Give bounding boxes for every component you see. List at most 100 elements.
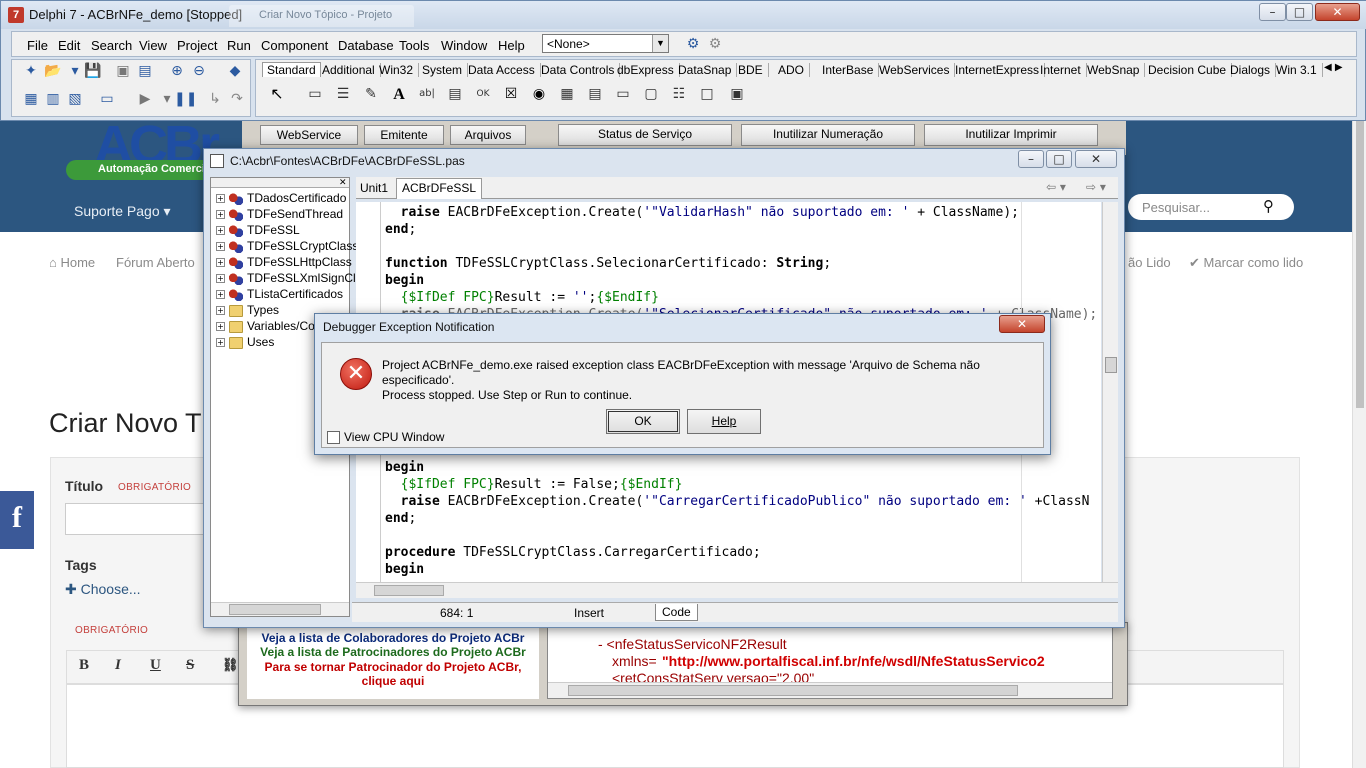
pointer-icon[interactable]: ↖ — [268, 86, 286, 102]
menu-component[interactable]: Component — [261, 38, 328, 53]
editor-hscroll-thumb[interactable] — [374, 585, 444, 596]
palette-tab-datasnap[interactable]: DataSnap — [678, 63, 738, 77]
facebook-icon[interactable]: f — [0, 491, 34, 549]
palette-tab-additional[interactable]: Additional — [322, 63, 381, 77]
expand-icon[interactable]: + — [216, 226, 225, 236]
chevron-down-icon[interactable]: ▼ — [652, 35, 668, 52]
minimize-button[interactable]: – — [1259, 3, 1286, 21]
xml-hscroll[interactable] — [548, 682, 1112, 698]
palette-tab-webservices[interactable]: WebServices — [879, 63, 956, 77]
expand-icon[interactable]: + — [216, 338, 225, 348]
title-input[interactable] — [65, 503, 215, 535]
combobox-icon[interactable]: ▤ — [586, 86, 604, 102]
menu-tools[interactable]: Tools — [399, 38, 429, 53]
expand-icon[interactable]: + — [216, 258, 225, 268]
toggle-form-icon[interactable]: ▧ — [66, 91, 84, 107]
menu-search[interactable]: Search — [91, 38, 132, 53]
tab-webservice[interactable]: WebService — [260, 125, 358, 145]
palette-tab-internet[interactable]: Internet — [1040, 63, 1087, 77]
menu-window[interactable]: Window — [441, 38, 487, 53]
new-icon[interactable]: ✦ — [22, 63, 40, 79]
editor-maximize-button[interactable]: □ — [1046, 150, 1072, 168]
nav-forward-icon[interactable]: ⇨ ▾ — [1086, 180, 1106, 194]
tree-item[interactable]: + TDFeSSLHttpClass — [211, 255, 352, 271]
palette-tab-bde[interactable]: BDE — [738, 63, 769, 77]
open-project-icon[interactable]: ▤ — [136, 63, 154, 79]
tree-item[interactable]: + TDFeSSLXmlSignCla — [211, 271, 362, 287]
palette-tab-internetexpress[interactable]: InternetExpress — [955, 63, 1046, 77]
expand-icon[interactable]: + — [216, 274, 225, 284]
palette-tab-websnap[interactable]: WebSnap — [1087, 63, 1146, 77]
close-button[interactable]: ✕ — [1315, 3, 1360, 21]
nav-back-icon[interactable]: ⇦ ▾ — [1046, 180, 1066, 194]
palette-tab-dialogs[interactable]: Dialogs — [1230, 63, 1277, 77]
font-a-icon[interactable]: A — [390, 86, 408, 103]
expand-icon[interactable]: + — [216, 210, 225, 220]
menu-run[interactable]: Run — [227, 38, 251, 53]
save-icon[interactable]: 💾 — [84, 63, 102, 79]
run-icon[interactable]: ▶ — [136, 91, 154, 107]
tab-acbrdfessl[interactable]: ACBrDFeSSL — [396, 178, 483, 199]
close-icon[interactable]: ✕ — [339, 178, 347, 188]
editor-vscroll[interactable] — [1102, 202, 1118, 582]
bold-button[interactable]: B — [79, 657, 89, 674]
tree-item[interactable]: + Uses — [211, 335, 274, 351]
expand-icon[interactable]: + — [216, 242, 225, 252]
underline-button[interactable]: U — [150, 657, 161, 674]
palette-tab-system[interactable]: System — [422, 63, 469, 77]
pause-icon[interactable]: ❚❚ — [174, 91, 197, 107]
view-unit-icon[interactable]: ▦ — [22, 91, 40, 107]
explorer-hscroll[interactable] — [211, 602, 349, 616]
mark-unread-link[interactable]: ão Lido — [1128, 255, 1171, 270]
collaborators-link[interactable]: Veja a lista de Colaboradores do Projeto… — [247, 631, 539, 645]
palette-tab-win32[interactable]: Win32 — [379, 63, 420, 77]
radiogroup-icon[interactable]: ☷ — [670, 86, 688, 102]
strike-button[interactable]: S — [186, 657, 194, 674]
palette-tab-decision-cube[interactable]: Decision Cube — [1148, 63, 1233, 77]
palette-tab-data-access[interactable]: Data Access — [468, 63, 541, 77]
menu-help[interactable]: Help — [498, 38, 525, 53]
expand-icon[interactable]: + — [216, 322, 225, 332]
tab-emitente[interactable]: Emitente — [364, 125, 444, 145]
mark-read-link[interactable]: ✔ Marcar como lido — [1189, 255, 1303, 271]
checkbox-icon[interactable]: ☒ — [502, 86, 520, 102]
add-file-icon[interactable]: ⊕ — [168, 63, 186, 79]
dialog-close-button[interactable]: ✕ — [999, 315, 1045, 333]
breadcrumb-home[interactable]: ⌂ Home — [49, 255, 95, 270]
tree-item[interactable]: + TDadosCertificado — [211, 191, 346, 207]
tree-item[interactable]: + TDFeSSL — [211, 223, 300, 239]
search-icon[interactable]: ⚲ — [1263, 197, 1274, 215]
expand-icon[interactable]: + — [216, 306, 225, 316]
remove-file-icon[interactable]: ⊖ — [190, 63, 208, 79]
xml-viewer[interactable]: - <nfeStatusServicoNF2Result xmlns= "htt… — [547, 627, 1113, 699]
code-view-tab[interactable]: Code — [655, 604, 698, 621]
sponsors-link[interactable]: Veja a lista de Patrocinadores do Projet… — [247, 645, 539, 659]
expand-icon[interactable]: + — [216, 290, 225, 300]
view-form-icon[interactable]: ▥ — [44, 91, 62, 107]
palette-tab-data-controls[interactable]: Data Controls — [541, 63, 621, 77]
trace-into-icon[interactable]: ↳ — [206, 91, 224, 107]
choose-tags-link[interactable]: ✚ Choose... — [65, 581, 141, 598]
palette-tab-dbexpress[interactable]: dbExpress — [617, 63, 680, 77]
help-button[interactable]: Help — [687, 409, 761, 434]
editor-hscroll[interactable] — [356, 582, 1118, 598]
tree-item[interactable]: + TListaCertificados — [211, 287, 343, 303]
nav-support-menu[interactable]: Suporte Pago ▾ — [74, 203, 171, 220]
editor-close-button[interactable]: ✕ — [1075, 150, 1117, 168]
help-book-icon[interactable]: ◆ — [226, 63, 244, 79]
expand-icon[interactable]: + — [216, 194, 225, 204]
radiobutton-icon[interactable]: ◉ — [530, 86, 548, 102]
tree-item[interactable]: + TDFeSSLCryptClass — [211, 239, 358, 255]
tree-item[interactable]: + Types — [211, 303, 279, 319]
groupbox-icon[interactable]: ▢ — [642, 86, 660, 102]
listbox-icon[interactable]: ▦ — [558, 86, 576, 102]
palette-tab-ado[interactable]: ADO — [778, 63, 811, 77]
tree-item[interactable]: + TDFeSendThread — [211, 207, 343, 223]
editor-vscroll-thumb[interactable] — [1105, 357, 1117, 373]
inutilizar-imprimir-button[interactable]: Inutilizar Imprimir — [924, 124, 1098, 146]
save-desktop-icon[interactable]: ⚙ — [684, 36, 702, 52]
popupmenu-icon[interactable]: ☰ — [334, 86, 352, 102]
edit-icon[interactable]: ab| — [418, 86, 436, 102]
link-icon[interactable]: ⛓ — [222, 657, 239, 673]
palette-tab-interbase[interactable]: InterBase — [822, 63, 880, 77]
